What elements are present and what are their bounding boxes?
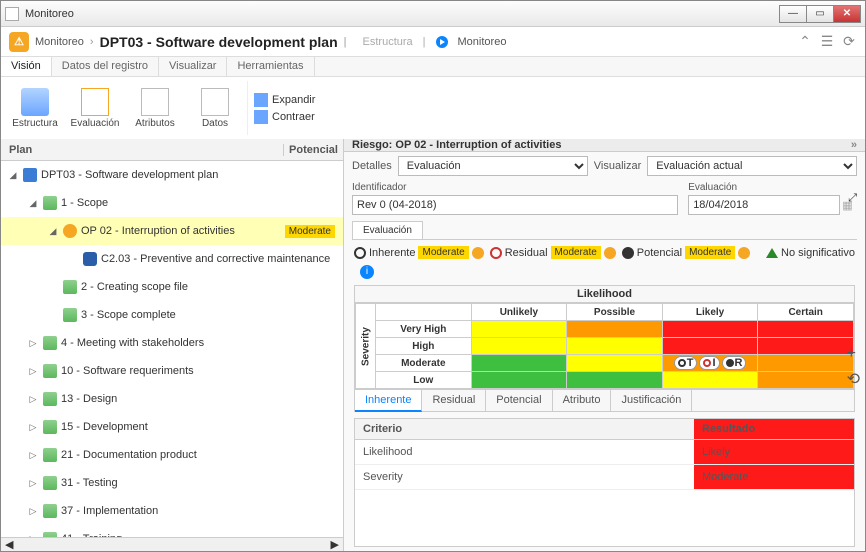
- inherente-chip: InherenteModerate: [354, 246, 484, 259]
- face-icon: [604, 247, 616, 259]
- crit-col-resultado: Resultado: [694, 419, 854, 439]
- no-significativo: No significativo: [766, 247, 855, 259]
- triangle-icon: [766, 248, 778, 258]
- tree-node-4[interactable]: ▷4 - Meeting with stakeholders: [1, 329, 343, 357]
- tab-herramientas[interactable]: Herramientas: [227, 57, 314, 76]
- face-icon: [738, 247, 750, 259]
- evaluacion-label: Evaluación: [688, 182, 838, 193]
- plan-tree-pane: Plan Potencial ◢DPT03 - Software develop…: [1, 139, 344, 551]
- residual-chip: ResidualModerate: [490, 246, 616, 259]
- tab-datos-registro[interactable]: Datos del registro: [52, 57, 159, 76]
- tree-node-41[interactable]: ▷41 - Training: [1, 525, 343, 537]
- app-logo-icon: ⚠: [9, 32, 29, 52]
- face-icon: [472, 247, 484, 259]
- add-button[interactable]: +: [847, 345, 860, 363]
- identificador-input[interactable]: [352, 195, 678, 215]
- risk-title: Riesgo: OP 02 - Interruption of activiti…: [352, 139, 561, 151]
- potencial-badge: Moderate: [285, 225, 335, 238]
- risk-detail-pane: Riesgo: OP 02 - Interruption of activiti…: [344, 139, 865, 551]
- crit-row-severity[interactable]: SeverityModerate: [355, 465, 854, 490]
- tree-node-13[interactable]: ▷13 - Design: [1, 385, 343, 413]
- header: ⚠ Monitoreo › DPT03 - Software developme…: [1, 27, 865, 57]
- breadcrumb-root[interactable]: Monitoreo: [35, 36, 84, 48]
- tree-node-37[interactable]: ▷37 - Implementation: [1, 497, 343, 525]
- dtab-residual[interactable]: Residual: [422, 390, 486, 411]
- dtab-potencial[interactable]: Potencial: [486, 390, 552, 411]
- evaluacion-date-input[interactable]: [688, 195, 840, 215]
- detail-tabs: Inherente Residual Potencial Atributo Ju…: [354, 390, 855, 412]
- visualizar-select[interactable]: Evaluación actual: [647, 156, 857, 176]
- window-titlebar: Monitoreo — ▭ ✕: [1, 1, 865, 27]
- tree-node-scope[interactable]: ◢1 - Scope: [1, 189, 343, 217]
- matrix-cell-markers: TIR: [662, 355, 758, 372]
- evaluacion-button[interactable]: Evaluación: [67, 81, 123, 135]
- tree-node-2[interactable]: 2 - Creating scope file: [1, 273, 343, 301]
- contraer-button[interactable]: Contraer: [254, 110, 315, 124]
- breadcrumb-estructura[interactable]: Estructura: [363, 36, 413, 48]
- estructura-button[interactable]: Estructura: [7, 81, 63, 135]
- window-title: Monitoreo: [25, 8, 780, 20]
- tab-visualizar[interactable]: Visualizar: [159, 57, 228, 76]
- close-button[interactable]: ✕: [833, 5, 861, 23]
- crit-col-criterio: Criterio: [355, 419, 694, 439]
- tree-node-31[interactable]: ▷31 - Testing: [1, 469, 343, 497]
- detalles-select[interactable]: Evaluación: [398, 156, 588, 176]
- datos-button[interactable]: Datos: [187, 81, 243, 135]
- atributos-button[interactable]: Atributos: [127, 81, 183, 135]
- detalles-label: Detalles: [352, 160, 392, 172]
- tree-col-plan: Plan: [1, 144, 283, 156]
- breadcrumb-monitoreo[interactable]: Monitoreo: [458, 36, 507, 48]
- list-icon[interactable]: ☰: [819, 34, 835, 50]
- reload-button[interactable]: ⟲: [847, 369, 860, 389]
- subtab-evaluacion[interactable]: Evaluación: [352, 221, 423, 239]
- tree-node-root[interactable]: ◢DPT03 - Software development plan: [1, 161, 343, 189]
- matrix-title: Likelihood: [355, 286, 854, 303]
- dtab-justificacion[interactable]: Justificación: [611, 390, 692, 411]
- info-icon[interactable]: i: [360, 265, 374, 279]
- plan-tree[interactable]: ◢DPT03 - Software development plan ◢1 - …: [1, 161, 343, 537]
- play-icon: [436, 36, 448, 48]
- tree-node-op02[interactable]: ◢OP 02 - Interruption of activitiesModer…: [1, 217, 343, 245]
- tree-col-potencial: Potencial: [283, 144, 343, 156]
- doc-icon: [5, 7, 19, 21]
- identificador-label: Identificador: [352, 182, 678, 193]
- criteria-table: CriterioResultado LikelihoodLikely Sever…: [354, 418, 855, 547]
- maximize-button[interactable]: ▭: [806, 5, 834, 23]
- risk-matrix: Likelihood SeverityUnlikelyPossibleLikel…: [354, 285, 855, 390]
- tree-node-10[interactable]: ▷10 - Software requeriments: [1, 357, 343, 385]
- chevron-up-down-icon[interactable]: ⌃: [797, 34, 813, 50]
- visualizar-label: Visualizar: [594, 160, 642, 172]
- tree-node-15[interactable]: ▷15 - Development: [1, 413, 343, 441]
- ribbon: Visión Datos del registro Visualizar Her…: [1, 57, 865, 139]
- tab-vision[interactable]: Visión: [1, 57, 52, 76]
- minimize-button[interactable]: —: [779, 5, 807, 23]
- refresh-icon[interactable]: ⟳: [841, 34, 857, 50]
- crit-row-likelihood[interactable]: LikelihoodLikely: [355, 440, 854, 465]
- tree-node-3[interactable]: 3 - Scope complete: [1, 301, 343, 329]
- severity-axis: Severity: [356, 304, 376, 389]
- dtab-atributo[interactable]: Atributo: [553, 390, 612, 411]
- dtab-inherente[interactable]: Inherente: [355, 390, 422, 412]
- expandir-button[interactable]: Expandir: [254, 93, 315, 107]
- breadcrumb-current[interactable]: DPT03 - Software development plan: [100, 34, 338, 50]
- tree-node-c203[interactable]: C2.03 - Preventive and corrective mainte…: [1, 245, 343, 273]
- collapse-icon[interactable]: »: [851, 139, 857, 151]
- potencial-chip: PotencialModerate: [622, 246, 751, 259]
- tree-node-21[interactable]: ▷21 - Documentation product: [1, 441, 343, 469]
- expand-icon[interactable]: ⤢: [848, 192, 857, 205]
